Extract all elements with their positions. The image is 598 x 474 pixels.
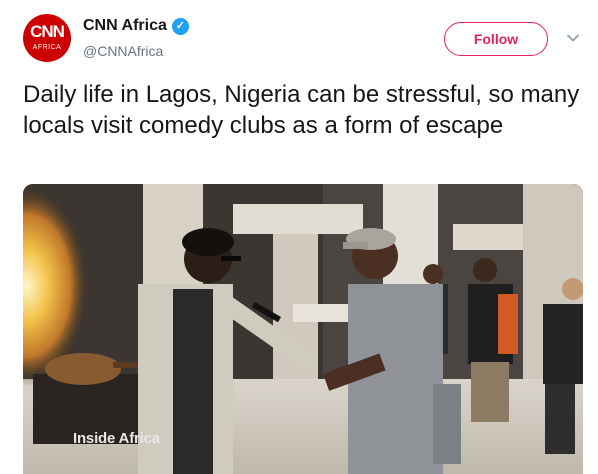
media-watermark: Inside Africa [73, 430, 160, 447]
africa-logo-label: AFRICA [32, 44, 62, 51]
tweet-header: CNN AFRICA CNN Africa ✓ @CNNAfrica Follo… [0, 0, 598, 80]
avatar[interactable]: CNN AFRICA [23, 14, 71, 62]
tweet-text: Daily life in Lagos, Nigeria can be stre… [23, 81, 580, 139]
display-name[interactable]: CNN Africa [83, 17, 167, 35]
name-row: CNN Africa ✓ [83, 15, 189, 37]
cnn-logo: CNN [30, 22, 65, 41]
verified-badge-icon: ✓ [171, 17, 189, 35]
account-handle[interactable]: @CNNAfrica [83, 43, 163, 59]
follow-button[interactable]: Follow [444, 22, 548, 56]
chevron-down-icon[interactable] [566, 31, 580, 45]
tweet-media-image[interactable]: Inside Africa [23, 184, 583, 474]
